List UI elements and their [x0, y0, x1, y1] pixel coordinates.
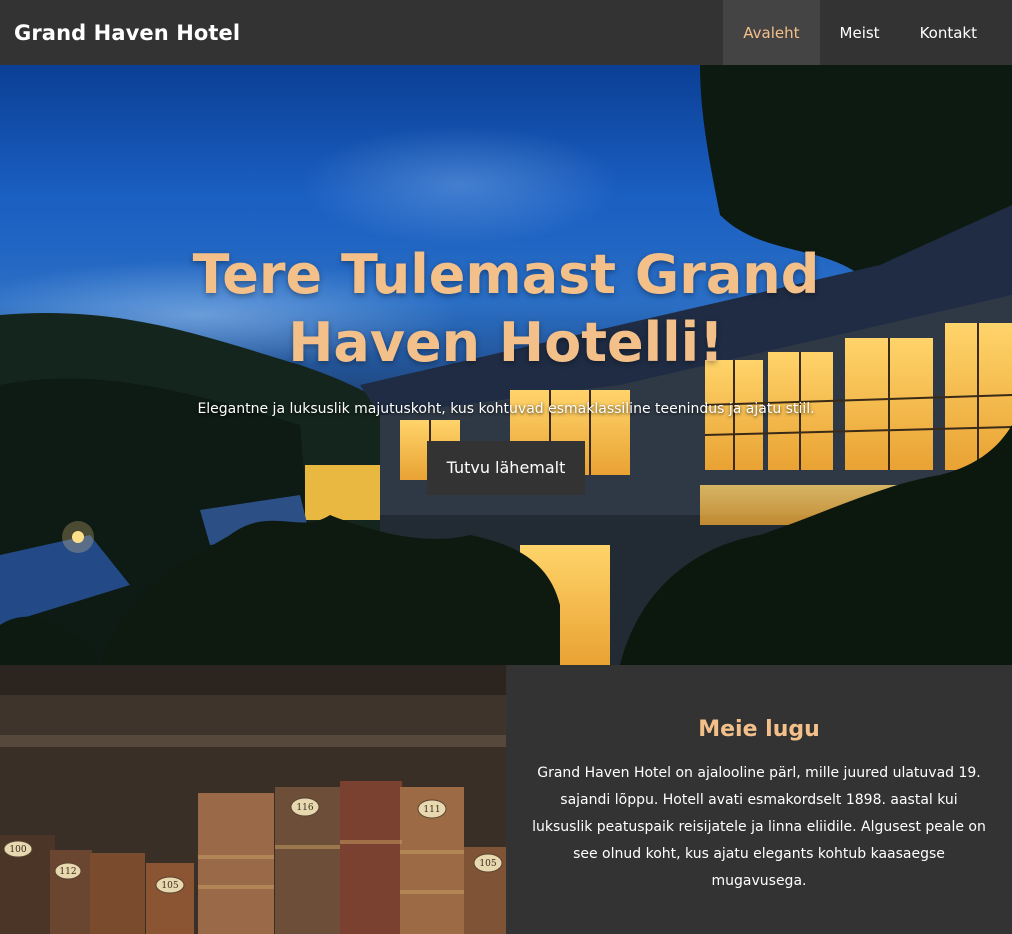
story-section: 100 112 105 116 111 105 Meie lugu Grand …: [0, 665, 1012, 934]
story-text-panel: Meie lugu Grand Haven Hotel on ajaloolin…: [506, 665, 1012, 934]
brand-logo[interactable]: Grand Haven Hotel: [0, 21, 240, 45]
nav-item-contact[interactable]: Kontakt: [900, 0, 1012, 65]
hero-title: Tere Tulemast Grand Haven Hotelli!: [192, 243, 820, 374]
book-label: 100: [9, 845, 26, 855]
hero-content: Tere Tulemast Grand Haven Hotelli! Elega…: [0, 241, 1012, 495]
story-books-image: 100 112 105 116 111 105: [0, 665, 506, 934]
books-illustration: 100 112 105 116 111 105: [0, 665, 506, 934]
story-body: Grand Haven Hotel on ajalooline pärl, mi…: [532, 765, 986, 889]
nav-item-home[interactable]: Avaleht: [723, 0, 820, 65]
book-label: 116: [296, 803, 313, 813]
book-label: 105: [479, 859, 496, 869]
learn-more-button[interactable]: Tutvu lähemalt: [426, 441, 586, 495]
book-label: 111: [423, 805, 440, 815]
main-nav: Avaleht Meist Kontakt: [723, 0, 1012, 65]
hero-subtitle: Elegantne ja luksuslik majutuskoht, kus …: [197, 401, 815, 417]
hero-section: Tere Tulemast Grand Haven Hotelli! Elega…: [0, 65, 1012, 665]
book-label: 112: [59, 867, 76, 877]
nav-item-about[interactable]: Meist: [820, 0, 900, 65]
navbar: Grand Haven Hotel Avaleht Meist Kontakt: [0, 0, 1012, 65]
story-title: Meie lugu: [698, 717, 820, 742]
book-label: 105: [161, 881, 178, 891]
